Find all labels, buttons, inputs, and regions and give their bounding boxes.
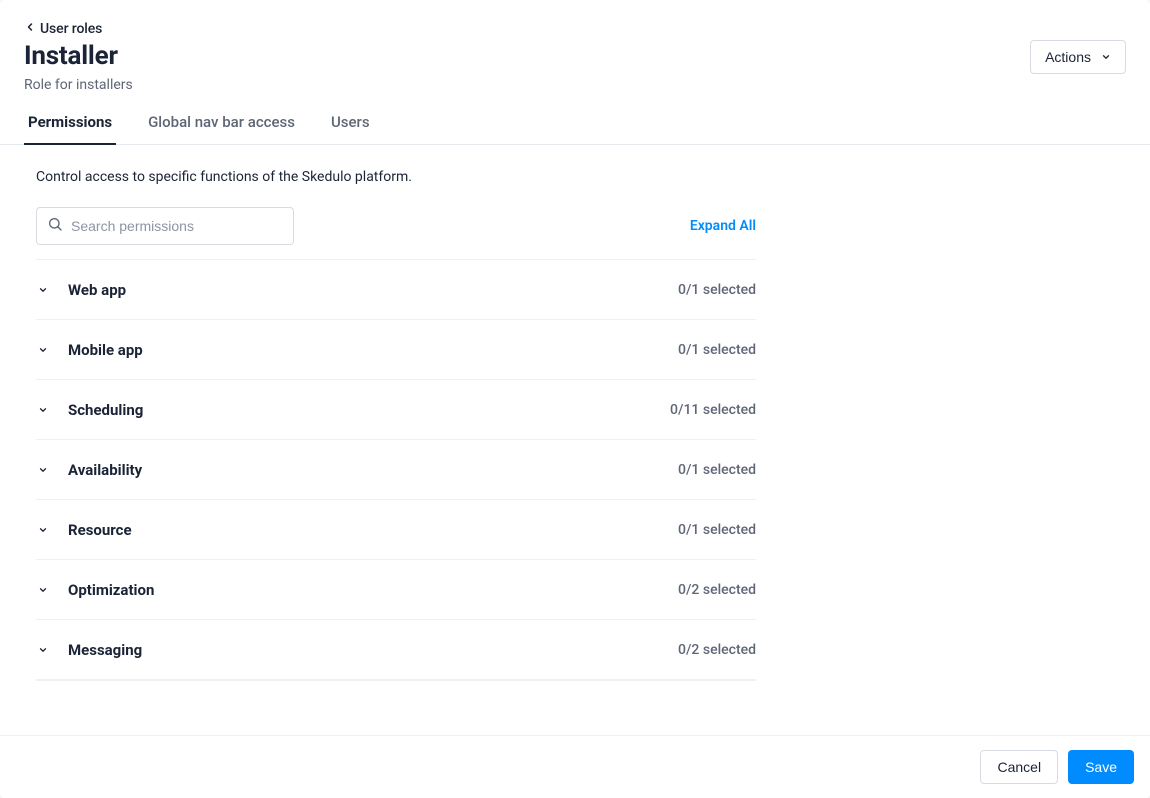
group-resource[interactable]: Resource 0/1 selected bbox=[36, 499, 756, 559]
group-count: 0/1 selected bbox=[678, 282, 756, 298]
save-button[interactable]: Save bbox=[1068, 750, 1134, 784]
tab-global-nav[interactable]: Global nav bar access bbox=[144, 113, 299, 145]
breadcrumb-label: User roles bbox=[40, 21, 102, 37]
chevron-down-icon bbox=[36, 283, 50, 297]
group-count: 0/11 selected bbox=[670, 402, 756, 418]
tab-permissions[interactable]: Permissions bbox=[24, 113, 116, 145]
search-input-wrap[interactable] bbox=[36, 207, 294, 245]
search-input[interactable] bbox=[71, 218, 283, 234]
actions-button[interactable]: Actions bbox=[1030, 40, 1126, 74]
group-count: 0/2 selected bbox=[678, 642, 756, 658]
chevron-down-icon bbox=[36, 643, 50, 657]
group-count: 0/2 selected bbox=[678, 582, 756, 598]
group-name: Resource bbox=[68, 521, 132, 539]
chevron-down-icon bbox=[36, 523, 50, 537]
page-title: Installer bbox=[24, 41, 133, 71]
chevron-left-icon bbox=[24, 21, 36, 37]
permission-groups: Web app 0/1 selected Mobile app 0/1 sele… bbox=[36, 259, 756, 681]
chevron-down-icon bbox=[36, 343, 50, 357]
group-name: Mobile app bbox=[68, 341, 143, 359]
cancel-button[interactable]: Cancel bbox=[980, 750, 1058, 784]
breadcrumb[interactable]: User roles bbox=[24, 21, 102, 37]
page-subtitle: Role for installers bbox=[24, 77, 133, 93]
tabs: Permissions Global nav bar access Users bbox=[0, 113, 1150, 145]
tab-users[interactable]: Users bbox=[327, 113, 374, 145]
chevron-down-icon bbox=[1101, 49, 1111, 65]
actions-button-label: Actions bbox=[1045, 49, 1091, 65]
search-icon bbox=[47, 216, 63, 236]
chevron-down-icon bbox=[36, 463, 50, 477]
footer-bar: Cancel Save bbox=[0, 735, 1150, 798]
group-count: 0/1 selected bbox=[678, 462, 756, 478]
scroll-area[interactable]: Control access to specific functions of … bbox=[0, 145, 1150, 735]
header-left: User roles Installer Role for installers bbox=[24, 18, 133, 93]
group-mobile-app[interactable]: Mobile app 0/1 selected bbox=[36, 319, 756, 379]
group-optimization[interactable]: Optimization 0/2 selected bbox=[36, 559, 756, 619]
group-name: Scheduling bbox=[68, 401, 143, 419]
group-availability[interactable]: Availability 0/1 selected bbox=[36, 439, 756, 499]
chevron-down-icon bbox=[36, 583, 50, 597]
controls-row: Expand All bbox=[36, 207, 756, 245]
chevron-down-icon bbox=[36, 403, 50, 417]
divider bbox=[36, 679, 756, 681]
app-shell: User roles Installer Role for installers… bbox=[0, 0, 1150, 798]
group-web-app[interactable]: Web app 0/1 selected bbox=[36, 259, 756, 319]
group-count: 0/1 selected bbox=[678, 522, 756, 538]
group-name: Optimization bbox=[68, 581, 154, 599]
group-name: Availability bbox=[68, 461, 142, 479]
group-messaging[interactable]: Messaging 0/2 selected bbox=[36, 619, 756, 679]
group-scheduling[interactable]: Scheduling 0/11 selected bbox=[36, 379, 756, 439]
group-name: Messaging bbox=[68, 641, 142, 659]
intro-text: Control access to specific functions of … bbox=[36, 169, 1114, 185]
group-count: 0/1 selected bbox=[678, 342, 756, 358]
group-name: Web app bbox=[68, 281, 126, 299]
page-header: User roles Installer Role for installers… bbox=[0, 0, 1150, 93]
expand-all-link[interactable]: Expand All bbox=[690, 218, 756, 234]
